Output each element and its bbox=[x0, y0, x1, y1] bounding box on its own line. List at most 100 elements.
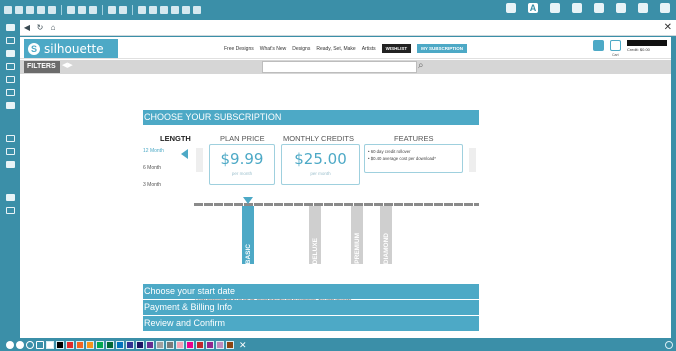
color-swatch[interactable] bbox=[116, 341, 124, 349]
search-icon[interactable]: ⌕ bbox=[418, 60, 424, 71]
redo-icon[interactable] bbox=[119, 6, 127, 14]
tier-diamond[interactable]: DIAMOND bbox=[380, 206, 392, 264]
zoom-select-icon[interactable] bbox=[171, 6, 179, 14]
step-start-date[interactable]: Choose your start date bbox=[143, 284, 479, 299]
color-swatch[interactable] bbox=[56, 341, 64, 349]
step-payment-billing[interactable]: Payment & Billing Info bbox=[143, 300, 479, 315]
back-icon[interactable]: ◀ bbox=[22, 23, 32, 33]
save-icon[interactable] bbox=[37, 6, 45, 14]
plan-price-value: $9.99 bbox=[220, 150, 264, 168]
close-palette-icon[interactable]: ✕ bbox=[239, 340, 247, 351]
color-swatch[interactable] bbox=[206, 341, 214, 349]
keyboard-icon[interactable] bbox=[506, 3, 516, 13]
toolbar-divider bbox=[61, 5, 62, 15]
filters-toggle-icon[interactable]: ◀▶ bbox=[62, 61, 73, 69]
cart-icon[interactable] bbox=[610, 40, 621, 51]
silhouette-logo[interactable]: S silhouette bbox=[24, 39, 118, 58]
copy-icon[interactable] bbox=[78, 6, 86, 14]
color-swatch[interactable] bbox=[216, 341, 224, 349]
tier-deluxe[interactable]: DELUXE bbox=[309, 206, 321, 264]
tier-premium[interactable]: PREMIUM bbox=[351, 206, 363, 264]
refresh-icon[interactable]: ↻ bbox=[35, 23, 45, 33]
carousel-prev-button[interactable] bbox=[196, 148, 203, 172]
tier-label: PREMIUM bbox=[353, 233, 361, 264]
color-swatch[interactable] bbox=[166, 341, 174, 349]
text-style-icon[interactable]: A bbox=[528, 3, 538, 13]
monthly-credits-unit: per month bbox=[310, 171, 331, 176]
color-swatch[interactable] bbox=[106, 341, 114, 349]
undo-icon[interactable] bbox=[108, 6, 116, 14]
send-icon[interactable] bbox=[616, 3, 626, 13]
page-fit-icon[interactable] bbox=[182, 6, 190, 14]
store-icon[interactable] bbox=[638, 3, 648, 13]
library-view-icon[interactable] bbox=[5, 207, 15, 214]
line-color-icon[interactable] bbox=[16, 341, 24, 349]
color-swatch[interactable] bbox=[136, 341, 144, 349]
account-info[interactable]: Credit: $0.00 bbox=[627, 40, 667, 52]
library-icon[interactable] bbox=[26, 6, 34, 14]
color-swatch[interactable] bbox=[96, 341, 104, 349]
tier-basic[interactable]: BASIC bbox=[242, 206, 254, 264]
text-tool-icon[interactable] bbox=[5, 37, 15, 44]
fill-color-icon[interactable] bbox=[6, 341, 14, 349]
print-icon[interactable] bbox=[48, 6, 56, 14]
nav-free-designs[interactable]: Free Designs bbox=[224, 46, 254, 52]
crop-icon[interactable] bbox=[572, 3, 582, 13]
color-swatch[interactable] bbox=[76, 341, 84, 349]
layers-icon[interactable] bbox=[5, 135, 15, 142]
month-option-6[interactable]: 6 Month bbox=[143, 165, 164, 171]
new-file-icon[interactable] bbox=[4, 6, 12, 14]
tier-slider-thumb[interactable] bbox=[243, 197, 253, 204]
notifications-icon[interactable] bbox=[593, 40, 604, 51]
wishlist-button[interactable]: WISHLIST bbox=[381, 44, 412, 53]
my-subscription-button[interactable]: MY SUBSCRIPTION bbox=[417, 44, 468, 53]
nav-designs[interactable]: Designs bbox=[292, 46, 310, 52]
cut-icon[interactable] bbox=[67, 6, 75, 14]
nav-ready-set-make[interactable]: Ready, Set, Make bbox=[316, 46, 355, 52]
select-tool-icon[interactable] bbox=[5, 24, 15, 31]
replicate-icon[interactable] bbox=[594, 3, 604, 13]
color-swatch[interactable] bbox=[146, 341, 154, 349]
color-swatch[interactable] bbox=[86, 341, 94, 349]
month-option-3[interactable]: 3 Month bbox=[143, 182, 164, 188]
eraser-tool-icon[interactable] bbox=[5, 102, 15, 109]
no-fill-icon[interactable] bbox=[26, 341, 34, 349]
search-input[interactable] bbox=[262, 61, 417, 73]
library-panel-icon[interactable] bbox=[5, 148, 15, 155]
design-view-icon[interactable] bbox=[5, 194, 15, 201]
color-swatch[interactable] bbox=[46, 341, 54, 349]
color-swatch[interactable] bbox=[176, 341, 184, 349]
zoom-in-icon[interactable] bbox=[138, 6, 146, 14]
carousel-next-button[interactable] bbox=[469, 148, 476, 172]
pencil-icon[interactable] bbox=[660, 3, 670, 13]
nav-whats-new[interactable]: What's New bbox=[260, 46, 287, 52]
color-swatch[interactable] bbox=[196, 341, 204, 349]
filters-button[interactable]: FILTERS bbox=[24, 61, 60, 73]
paste-icon[interactable] bbox=[89, 6, 97, 14]
store-panel-icon[interactable] bbox=[5, 161, 15, 168]
line-tool-icon[interactable] bbox=[5, 76, 15, 83]
zoom-fit-icon[interactable] bbox=[160, 6, 168, 14]
color-swatch[interactable] bbox=[186, 341, 194, 349]
monthly-credits-card: $25.00 per month bbox=[281, 144, 360, 185]
month-option-12[interactable]: 12 Month bbox=[143, 148, 164, 154]
color-swatch[interactable] bbox=[156, 341, 164, 349]
step-review-confirm[interactable]: Review and Confirm bbox=[143, 316, 479, 331]
pen-icon[interactable] bbox=[550, 3, 560, 13]
transparent-icon[interactable] bbox=[36, 341, 44, 349]
color-swatch[interactable] bbox=[66, 341, 74, 349]
color-swatch[interactable] bbox=[226, 341, 234, 349]
settings-icon[interactable] bbox=[665, 341, 673, 349]
grid-icon[interactable] bbox=[193, 6, 201, 14]
star-tool-icon[interactable] bbox=[5, 50, 15, 57]
rectangle-tool-icon[interactable] bbox=[5, 63, 15, 70]
tier-slider-track[interactable] bbox=[194, 203, 479, 206]
zoom-out-icon[interactable] bbox=[149, 6, 157, 14]
nav-artists[interactable]: Artists bbox=[362, 46, 376, 52]
draw-tool-icon[interactable] bbox=[5, 89, 15, 96]
subscription-title: CHOOSE YOUR SUBSCRIPTION bbox=[143, 110, 479, 125]
close-icon[interactable]: ✕ bbox=[664, 22, 672, 33]
home-icon[interactable]: ⌂ bbox=[48, 23, 58, 33]
open-file-icon[interactable] bbox=[15, 6, 23, 14]
color-swatch[interactable] bbox=[126, 341, 134, 349]
